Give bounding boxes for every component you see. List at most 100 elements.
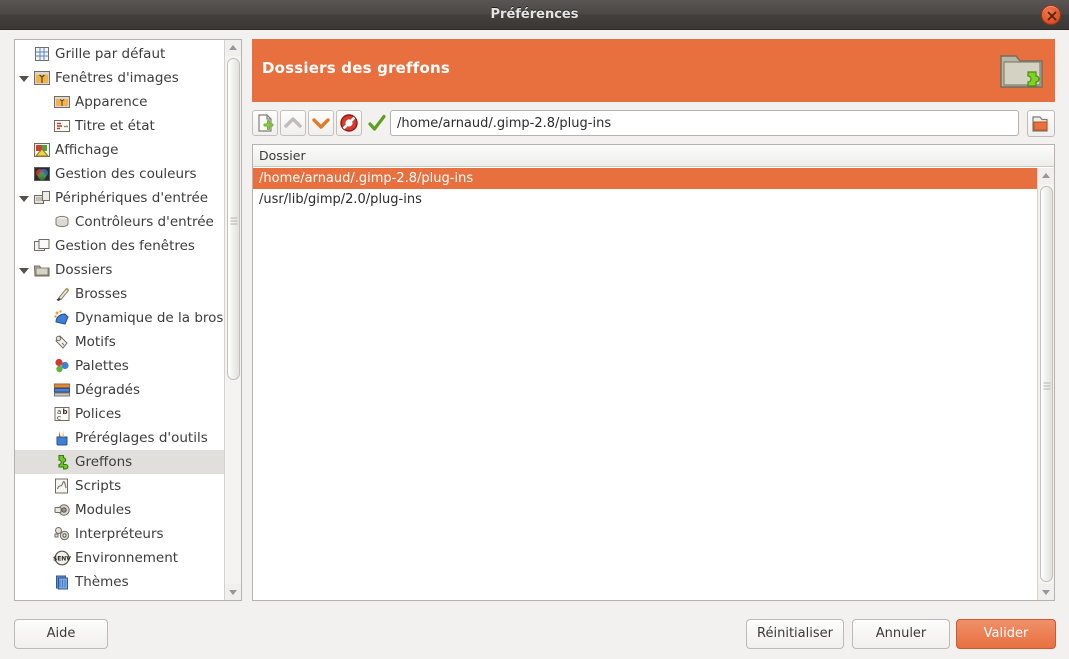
- sidebar-item-motifs[interactable]: Motifs: [15, 330, 225, 354]
- chevron-down-icon[interactable]: [19, 196, 29, 202]
- sidebar-item-label: Greffons: [75, 454, 133, 470]
- patterns-icon: [53, 333, 71, 351]
- list-scroll-up-button[interactable]: [1038, 168, 1054, 184]
- sidebar-item-label: Scripts: [75, 478, 122, 494]
- sidebar-scroll-up-button[interactable]: [225, 40, 241, 56]
- sidebar-item-dynamique-de-la-brosse[interactable]: Dynamique de la brosse: [15, 306, 239, 330]
- sidebar-item-label: Dossiers: [55, 262, 113, 278]
- ok-button[interactable]: Valider: [956, 619, 1056, 649]
- triangle-down-icon: [1042, 590, 1050, 595]
- sidebar-item-greffons[interactable]: Greffons: [15, 450, 225, 474]
- brush-icon: [53, 285, 71, 303]
- list-scroll-down-button[interactable]: [1038, 584, 1054, 600]
- window-title: Préférences: [490, 7, 579, 22]
- sidebar-item-label: Affichage: [55, 142, 119, 158]
- sidebar-item-polices[interactable]: a b c Polices: [15, 402, 225, 426]
- validate-path-button[interactable]: [364, 110, 390, 136]
- sidebar-item-fen-tres-d-images[interactable]: Fenêtres d'images: [15, 66, 225, 90]
- sidebar-scrollbar-thumb[interactable]: [227, 58, 240, 380]
- preferences-content-pane: Dossiers des greffons /home/arnaud/.gimp…: [252, 39, 1055, 601]
- sidebar-scrollbar[interactable]: [224, 40, 241, 600]
- sidebar-item-label: Dégradés: [75, 382, 141, 398]
- help-button[interactable]: Aide: [14, 619, 108, 649]
- path-toolbar: [252, 110, 1055, 138]
- svg-text:$ENV: $ENV: [53, 556, 71, 563]
- environment-icon: $ENV: [53, 550, 71, 566]
- sidebar-item-dossiers[interactable]: Dossiers: [15, 258, 225, 282]
- appearance-icon: [54, 96, 70, 108]
- image-window-icon: [33, 69, 51, 87]
- sidebar-item-interpr-teurs[interactable]: Interpréteurs: [15, 522, 225, 546]
- sidebar-item-th-mes[interactable]: Thèmes: [15, 570, 225, 594]
- input-devices-icon: [33, 189, 51, 207]
- move-up-button[interactable]: [280, 110, 306, 136]
- fonts-icon: abc: [54, 407, 70, 422]
- folders-list[interactable]: Dossier /home/arnaud/.gimp-2.8/plug-ins /…: [252, 144, 1055, 601]
- svg-text:c: c: [57, 414, 61, 422]
- arrow-up-icon: [284, 117, 302, 128]
- sidebar-item-label: Apparence: [75, 94, 148, 110]
- input-controllers-icon: [53, 213, 71, 231]
- sidebar-item-environnement[interactable]: $ENV Environnement: [15, 546, 225, 570]
- image-window-icon: [34, 71, 50, 85]
- sidebar-item-apparence[interactable]: Apparence: [15, 90, 225, 114]
- sidebar-item-scripts[interactable]: Scripts: [15, 474, 225, 498]
- modules-icon: [54, 504, 70, 516]
- sidebar-item-label: Environnement: [75, 550, 179, 566]
- sidebar-item-pr-r-glages-d-outils[interactable]: Préréglages d'outils: [15, 426, 225, 450]
- path-input[interactable]: [390, 110, 1019, 136]
- sidebar-item-affichage[interactable]: Affichage: [15, 138, 225, 162]
- move-down-button[interactable]: [308, 110, 334, 136]
- sidebar-item-titre-et-tat[interactable]: Titre et état: [15, 114, 225, 138]
- new-folder-button[interactable]: [252, 110, 278, 136]
- delete-path-button[interactable]: [336, 110, 362, 136]
- input-devices-icon: [34, 191, 50, 204]
- sidebar-item-grille-par-d-faut[interactable]: Grille par défaut: [15, 42, 225, 66]
- close-button[interactable]: [1041, 5, 1061, 25]
- palettes-icon: [53, 357, 71, 375]
- table-row[interactable]: /usr/lib/gimp/2.0/plug-ins: [253, 189, 1037, 210]
- reset-button[interactable]: Réinitialiser: [746, 619, 844, 649]
- browse-folder-button[interactable]: [1027, 110, 1055, 137]
- sidebar-scroll-down-button[interactable]: [225, 584, 241, 600]
- chevron-down-icon[interactable]: [19, 76, 29, 82]
- sidebar-item-brosses[interactable]: Brosses: [15, 282, 225, 306]
- palettes-icon: [55, 358, 69, 373]
- cancel-button[interactable]: Annuler: [852, 619, 950, 649]
- chevron-down-icon[interactable]: [19, 268, 29, 274]
- column-header-dossier[interactable]: Dossier: [253, 145, 1054, 167]
- fonts-icon: abc: [53, 405, 71, 423]
- arrow-down-icon: [312, 118, 330, 129]
- title-status-icon: [53, 117, 71, 135]
- forbidden-icon: [340, 114, 358, 132]
- folders-icon: [33, 265, 50, 277]
- title-status-icon: [54, 120, 70, 132]
- display-icon: [34, 143, 50, 157]
- folder-plugins-icon: [1000, 55, 1043, 88]
- triangle-down-icon: [229, 590, 237, 595]
- sidebar-item-p-riph-riques-d-entr-e[interactable]: Périphériques d'entrée: [15, 186, 225, 210]
- list-rows-container: /home/arnaud/.gimp-2.8/plug-ins/usr/lib/…: [253, 168, 1037, 600]
- environment-icon: $ENV: [53, 549, 71, 567]
- sidebar-item-gestion-des-fen-tres[interactable]: Gestion des fenêtres: [15, 234, 225, 258]
- sidebar-item-label: Thèmes: [75, 574, 129, 590]
- sidebar-item-label: Gestion des couleurs: [55, 166, 197, 182]
- sidebar-item-gestion-des-couleurs[interactable]: Gestion des couleurs: [15, 162, 225, 186]
- sidebar-item-palettes[interactable]: Palettes: [15, 354, 225, 378]
- display-icon: [33, 141, 51, 159]
- table-row[interactable]: /home/arnaud/.gimp-2.8/plug-ins: [253, 168, 1037, 189]
- triangle-up-icon: [1042, 173, 1050, 178]
- triangle-up-icon: [229, 45, 237, 50]
- brush-dynamics-icon: [54, 310, 69, 325]
- sidebar-item-modules[interactable]: Modules: [15, 498, 225, 522]
- brush-icon: [56, 287, 70, 301]
- sidebar-item-contr-leurs-d-entr-e[interactable]: Contrôleurs d'entrée: [15, 210, 225, 234]
- preferences-category-tree[interactable]: Grille par défaut Fenêtres d'images Appare…: [14, 39, 242, 601]
- list-scrollbar-thumb[interactable]: [1040, 186, 1053, 582]
- list-scrollbar[interactable]: [1037, 168, 1054, 600]
- sidebar-item-d-grad-s[interactable]: Dégradés: [15, 378, 225, 402]
- sidebar-item-label: Modules: [75, 502, 132, 518]
- sidebar-item-label: Brosses: [75, 286, 128, 302]
- window-titlebar[interactable]: Préférences: [0, 0, 1069, 30]
- themes-icon: [53, 573, 71, 591]
